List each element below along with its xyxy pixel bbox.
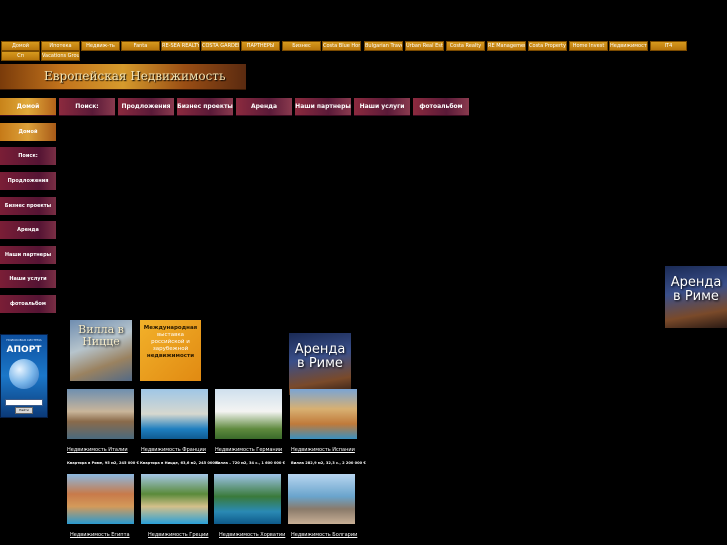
aport-search-button[interactable]: Найти (15, 407, 33, 414)
expo-line-2: выставка (156, 332, 185, 338)
hnav-services[interactable]: Наши услуги (354, 98, 410, 116)
hnav-photos[interactable]: фотоальбом (413, 98, 469, 116)
link-spain[interactable]: Недвижимость Испании (291, 447, 355, 453)
expo-line-4: зарубежной (152, 346, 189, 352)
expo-line-3: российской и (151, 339, 190, 345)
vnav-search[interactable]: Поиск: (0, 147, 56, 165)
globe-icon (9, 359, 39, 389)
aport-logo[interactable]: АПОРТ (3, 345, 45, 355)
top-link-14[interactable]: Costa Property (528, 41, 567, 51)
top-link-4[interactable]: Fanta (121, 41, 160, 51)
vnav-home[interactable]: Домой (0, 123, 56, 141)
vnav-rent[interactable]: Аренда (0, 221, 56, 239)
top-link-16[interactable]: Недвижимость (609, 41, 648, 51)
link-italy[interactable]: Недвижимость Италии (67, 447, 128, 453)
photo-egypt[interactable] (67, 474, 134, 524)
top-link-11[interactable]: Urban Real Estate (405, 41, 444, 51)
price-france[interactable]: Квартира в Ницце, 63,6 м2, 245 000 € (140, 461, 219, 465)
link-egypt[interactable]: Недвижимость Египта (70, 532, 130, 538)
link-croatia[interactable]: Недвижимость Хорватии (219, 532, 285, 538)
site-banner: Европейская Недвижимость (0, 64, 246, 90)
promo-rent-rome[interactable]: Аренда в Риме (289, 333, 351, 395)
top-link-2[interactable]: Ипотека (41, 41, 80, 51)
hnav-home[interactable]: Домой (0, 98, 56, 116)
top-link-5[interactable]: RE-SEA REALTY (161, 41, 200, 51)
top-link-7[interactable]: ПАРТНЕРЫ (241, 41, 280, 51)
top-link-17[interactable]: IT4 (650, 41, 687, 51)
vnav-partners[interactable]: Наши партнеры (0, 246, 56, 264)
top-link-12[interactable]: Costa Realty (446, 41, 485, 51)
top-link-10[interactable]: Bulgarian Travel (364, 41, 403, 51)
link-france[interactable]: Недвижимость Франции (141, 447, 206, 453)
aport-search-input[interactable] (5, 399, 43, 406)
price-italy[interactable]: Квартира в Риме, 95 м2, 245 000 € (67, 461, 139, 465)
side-banner-rent-rome[interactable]: Аренда в Риме (665, 266, 727, 328)
promo-villa-nice[interactable]: Вилла в Ницце (70, 320, 132, 381)
top-link-8[interactable]: Бизнес (282, 41, 321, 51)
photo-greece[interactable] (141, 474, 208, 524)
link-greece[interactable]: Недвижимость Греции (148, 532, 208, 538)
hnav-partners[interactable]: Наши партнеры (295, 98, 351, 116)
aport-caption: ПОИСКОВАЯ СИСТЕМА (6, 338, 42, 342)
vnav-services[interactable]: Наши услуги (0, 270, 56, 288)
promo-exhibition[interactable]: Международная выставка российской и зару… (140, 320, 201, 381)
photo-bulgaria[interactable] (288, 474, 355, 524)
top-link-1[interactable]: Домой (1, 41, 40, 51)
link-bulgaria[interactable]: Недвижимость Болгарии (291, 532, 357, 538)
vnav-business[interactable]: Бизнес проекты (0, 197, 56, 215)
photo-croatia[interactable] (214, 474, 281, 524)
top-link-15[interactable]: Home Invest (569, 41, 608, 51)
top-link-13[interactable]: RE Management (487, 41, 526, 51)
top-link-3[interactable]: Недвиж-ть (81, 41, 120, 51)
price-spain[interactable]: Вилла 282,9 м2, 32,3 с., 2 200 000 € (291, 461, 366, 465)
photo-italy[interactable] (67, 389, 134, 439)
aport-search-widget: ПОИСКОВАЯ СИСТЕМА АПОРТ Найти (0, 334, 48, 418)
promo-rent-rome-label: Аренда в Риме (294, 342, 346, 371)
top-links-bar: Домой Ипотека Недвиж-ть Fanta RE-SEA REA… (0, 40, 727, 61)
banner-title: Европейская Недвижимость (44, 69, 226, 83)
hnav-offers[interactable]: Продложения (118, 98, 174, 116)
promo-villa-nice-label: Вилла в Ницце (78, 323, 124, 348)
top-link-19[interactable]: Vacations Group (41, 51, 80, 61)
top-link-6[interactable]: COSTA GARDEN (201, 41, 240, 51)
price-germany[interactable]: Вилла – 720 м2, 34 с., 1 600 000 € (215, 461, 285, 465)
photo-france[interactable] (141, 389, 208, 439)
vnav-offers[interactable]: Продложения (0, 172, 56, 190)
expo-line-1: Международная (143, 325, 198, 331)
expo-line-5: недвижимости (146, 353, 195, 359)
hnav-search[interactable]: Поиск: (59, 98, 115, 116)
hnav-business[interactable]: Бизнес проекты (177, 98, 233, 116)
hnav-rent[interactable]: Аренда (236, 98, 292, 116)
vnav-photos[interactable]: фотоальбом (0, 295, 56, 313)
promo-exhibition-text: Международная выставка российской и зару… (142, 325, 199, 360)
link-germany[interactable]: Недвижимость Германии (215, 447, 282, 453)
top-link-18[interactable]: Сп (1, 51, 40, 61)
photo-germany[interactable] (215, 389, 282, 439)
top-link-9[interactable]: Costa Blue Home (322, 41, 361, 51)
side-banner-rent-rome-label: Аренда в Риме (670, 275, 722, 304)
photo-spain[interactable] (290, 389, 357, 439)
